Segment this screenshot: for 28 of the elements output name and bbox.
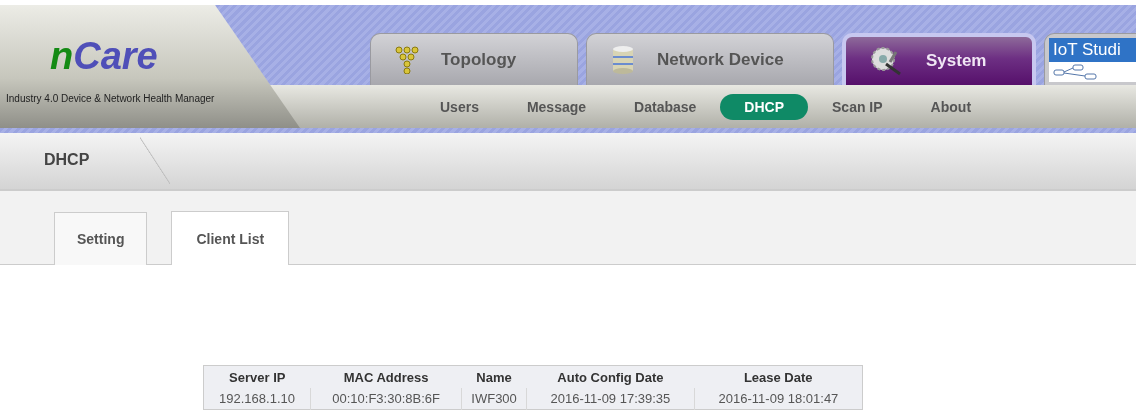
nav-tab[interactable]: Network Device (586, 33, 834, 85)
table-cell: 192.168.1.10 (203, 388, 311, 410)
tab[interactable]: Client List (171, 211, 290, 265)
menu-item[interactable]: Scan IP (808, 93, 907, 120)
page-title: DHCP (44, 151, 90, 169)
studio-tab[interactable]: IoT Studi (1044, 33, 1136, 85)
menu-item[interactable]: Users (416, 93, 503, 120)
table-cell: 2016-11-09 18:01:47 (694, 388, 863, 410)
menu-item[interactable]: DHCP (720, 93, 808, 120)
nav-tab[interactable]: System (842, 33, 1036, 85)
column-header: Auto Config Date (526, 365, 695, 388)
column-header: Lease Date (694, 365, 863, 388)
flow-diagram-icon (1053, 64, 1097, 80)
node-tree-icon (395, 45, 419, 74)
table-cell: IWF300 (461, 388, 527, 410)
table-cell: 00:10:F3:30:8B:6F (310, 388, 462, 410)
database-icon (611, 44, 635, 75)
brand-logo: nCare (50, 35, 158, 78)
column-header: Server IP (203, 365, 311, 388)
menu-item[interactable]: Database (610, 93, 721, 120)
menu-item[interactable]: About (906, 93, 996, 120)
tab[interactable]: Setting (54, 212, 148, 265)
column-header: Name (461, 365, 527, 388)
tagline: Industry 4.0 Device & Network Health Manager (6, 93, 215, 104)
column-header: MAC Address (310, 365, 462, 388)
nav-tab[interactable]: Topology (370, 33, 578, 85)
menu-item[interactable]: Message (502, 93, 611, 120)
table-cell: 2016-11-09 17:39:35 (526, 388, 695, 410)
